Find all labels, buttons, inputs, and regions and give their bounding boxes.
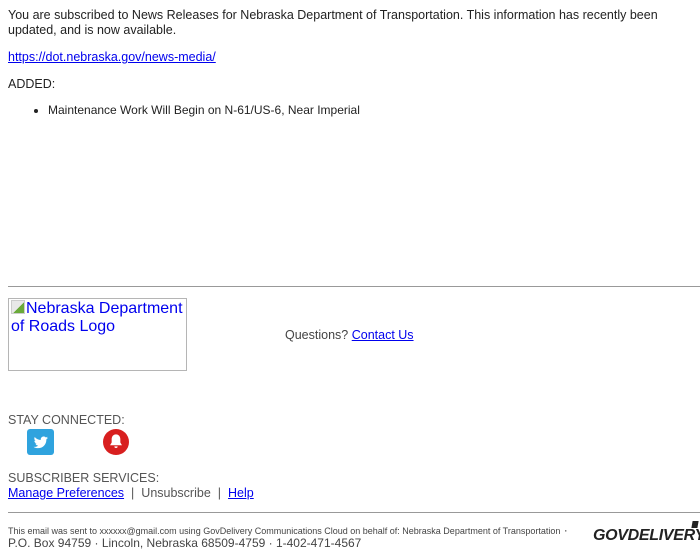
added-label: ADDED: xyxy=(8,77,56,91)
questions-section: Questions? Contact Us xyxy=(285,328,414,342)
bell-icon[interactable] xyxy=(103,429,129,455)
govdelivery-mark-icon xyxy=(691,521,699,528)
subscriber-services-label: SUBSCRIBER SERVICES: xyxy=(8,471,160,485)
news-media-link[interactable]: https://dot.nebraska.gov/news-media/ xyxy=(8,50,216,64)
news-url-container: https://dot.nebraska.gov/news-media/ xyxy=(8,50,216,64)
logo-alt-text: Nebraska Department of Roads Logo xyxy=(11,300,183,335)
logo-image[interactable]: Nebraska Department of Roads Logo xyxy=(8,298,187,371)
list-item: Maintenance Work Will Begin on N-61/US-6… xyxy=(48,101,360,119)
unsubscribe-link[interactable]: Unsubscribe xyxy=(141,486,210,500)
subscriber-links: Manage Preferences | Unsubscribe | Help xyxy=(8,486,254,500)
separator: | xyxy=(131,486,135,500)
added-list: Maintenance Work Will Begin on N-61/US-6… xyxy=(0,101,360,119)
questions-label: Questions? xyxy=(285,328,349,342)
footer-text: This email was sent to xxxxxx@gmail.com … xyxy=(8,524,568,550)
divider xyxy=(8,286,700,287)
help-link[interactable]: Help xyxy=(228,486,254,500)
contact-us-link[interactable]: Contact Us xyxy=(352,328,414,342)
broken-image-icon xyxy=(11,300,25,314)
intro-text: You are subscribed to News Releases for … xyxy=(8,8,658,37)
sent-to-text: This email was sent to xxxxxx@gmail.com … xyxy=(8,526,561,536)
divider xyxy=(8,512,700,513)
separator: | xyxy=(217,486,222,500)
manage-preferences-link[interactable]: Manage Preferences xyxy=(8,486,124,500)
govdelivery-logo[interactable]: GOVDELIVERY xyxy=(593,527,700,545)
twitter-icon[interactable] xyxy=(27,429,54,455)
stay-connected-label: STAY CONNECTED: xyxy=(8,413,125,427)
